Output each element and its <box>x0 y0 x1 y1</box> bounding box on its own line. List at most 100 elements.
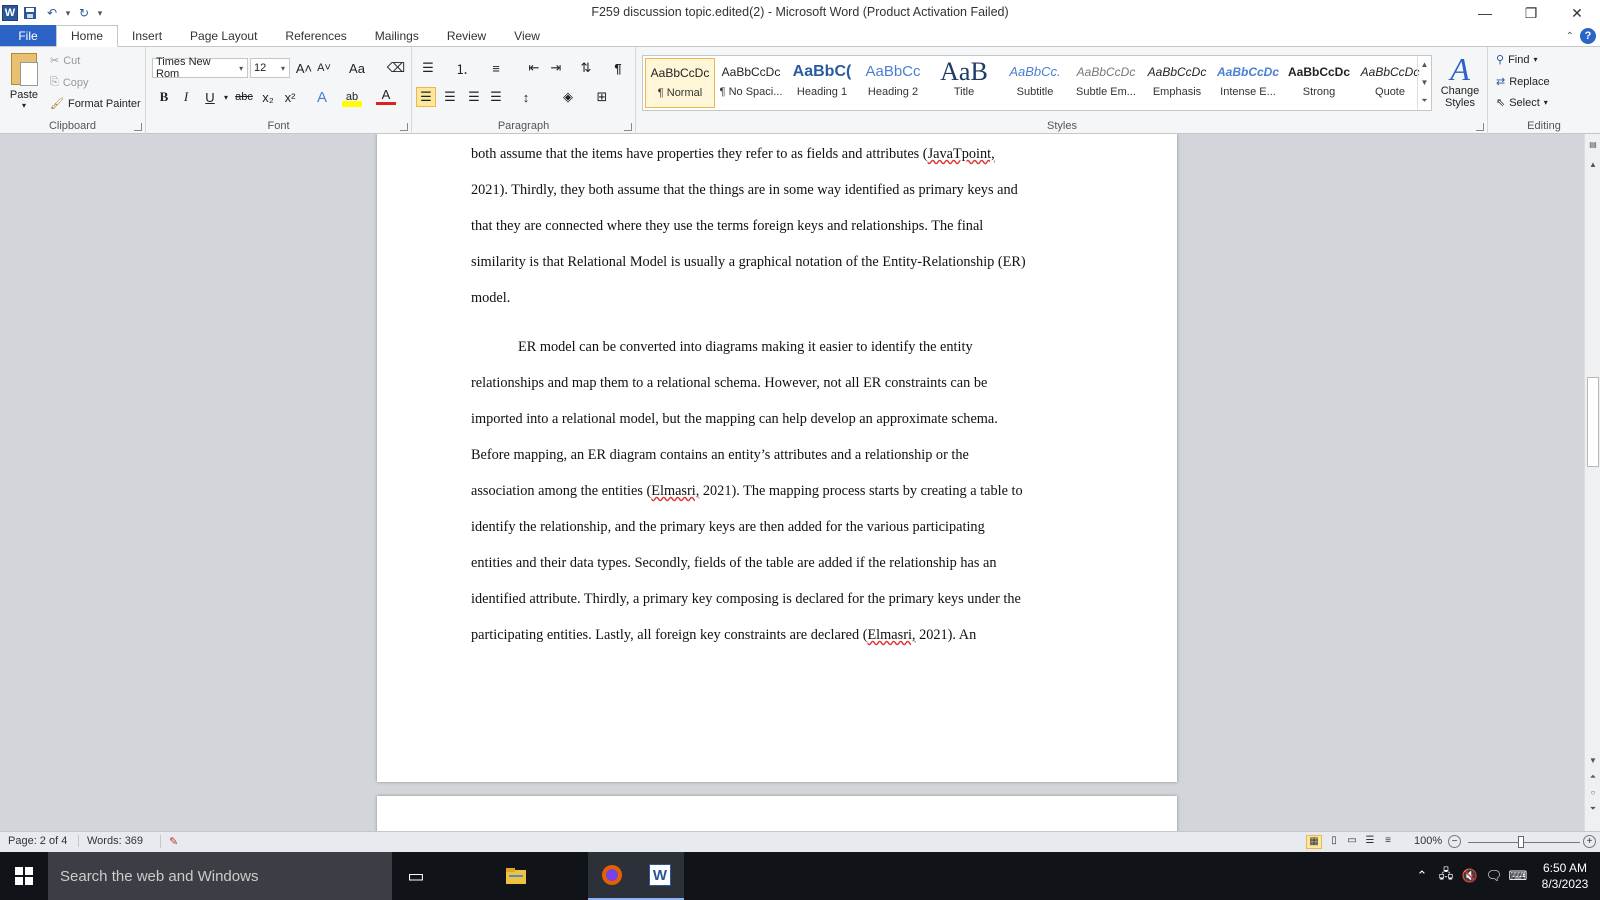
select-browse-object-icon[interactable]: ○ <box>1585 786 1600 800</box>
proofing-icon[interactable]: ✎ <box>160 835 178 848</box>
multilevel-list-icon[interactable]: ≡ <box>486 58 506 78</box>
taskbar-search[interactable]: Search the web and Windows <box>48 852 392 900</box>
previous-page-icon[interactable]: ⏶ <box>1585 770 1600 784</box>
zoom-in-icon[interactable]: + <box>1583 835 1596 848</box>
word-logo-icon[interactable]: W <box>2 5 18 21</box>
style-emphasis[interactable]: AaBbCcDc Emphasis <box>1142 58 1212 108</box>
align-left-icon[interactable]: ☰ <box>416 87 436 107</box>
file-explorer-icon[interactable] <box>492 852 540 900</box>
start-button[interactable] <box>0 852 48 900</box>
align-right-icon[interactable]: ☰ <box>464 87 484 107</box>
network-icon[interactable]: 🖧 <box>1434 865 1458 887</box>
italic-button[interactable]: I <box>176 87 196 107</box>
decrease-indent-icon[interactable]: ⇤ <box>524 58 544 78</box>
style-heading-2[interactable]: AaBbCc Heading 2 <box>858 58 928 108</box>
scroll-down-icon[interactable]: ▼ <box>1421 78 1429 87</box>
tab-view[interactable]: View <box>500 25 554 46</box>
clock[interactable]: 6:50 AM 8/3/2023 <box>1530 860 1600 892</box>
minimize-icon[interactable]: — <box>1462 0 1508 26</box>
styles-launcher-icon[interactable] <box>1476 123 1484 131</box>
copy-button[interactable]: ⎘ Copy <box>50 76 89 89</box>
find-button[interactable]: ⚲ Find ▾ <box>1496 53 1537 67</box>
format-painter-button[interactable]: 🖌 Format Painter <box>50 97 141 111</box>
font-name-select[interactable]: Times New Rom ▾ <box>152 56 248 80</box>
zoom-slider-thumb[interactable] <box>1518 836 1524 848</box>
zoom-out-icon[interactable]: − <box>1448 835 1461 848</box>
borders-icon[interactable]: ⊞ <box>592 87 612 107</box>
highlight-button[interactable]: ab <box>342 87 362 107</box>
close-icon[interactable]: ✕ <box>1554 0 1600 26</box>
word-count[interactable]: Words: 369 <box>78 835 143 847</box>
help-icon[interactable]: ? <box>1580 28 1596 44</box>
font-launcher-icon[interactable] <box>400 123 408 131</box>
page-count[interactable]: Page: 2 of 4 <box>8 835 67 847</box>
save-icon[interactable] <box>20 3 40 23</box>
more-styles-icon[interactable]: ⏷ <box>1421 96 1427 106</box>
tab-page-layout[interactable]: Page Layout <box>176 25 271 46</box>
clipboard-launcher-icon[interactable] <box>134 123 142 131</box>
tab-review[interactable]: Review <box>433 25 500 46</box>
clear-formatting-icon[interactable]: ⌫ <box>386 58 406 78</box>
justify-icon[interactable]: ☰ <box>486 87 506 107</box>
replace-button[interactable]: ⇄ Replace <box>1496 75 1550 89</box>
style-quote[interactable]: AaBbCcDc Quote <box>1355 58 1425 108</box>
style-subtle-emphasis[interactable]: AaBbCcDc Subtle Em... <box>1071 58 1141 108</box>
customize-qat-icon[interactable]: ▾ <box>96 8 104 19</box>
print-layout-icon[interactable]: ▦ <box>1306 835 1322 849</box>
document-page[interactable]: both assume that the items have properti… <box>377 134 1177 782</box>
style-no-spacing[interactable]: AaBbCcDc ¶ No Spaci... <box>716 58 786 108</box>
draft-icon[interactable]: ≡ <box>1380 835 1396 849</box>
scroll-thumb[interactable] <box>1587 377 1599 467</box>
cut-button[interactable]: ✂ Cut <box>50 54 80 68</box>
numbering-icon[interactable]: ⒈ <box>452 58 472 78</box>
bold-button[interactable]: B <box>154 87 174 107</box>
tab-file[interactable]: File <box>0 25 56 46</box>
keyboard-icon[interactable]: ⌨ <box>1506 868 1530 884</box>
show-hidden-icons-icon[interactable]: ⌃ <box>1410 868 1434 884</box>
tab-insert[interactable]: Insert <box>118 25 176 46</box>
increase-indent-icon[interactable]: ⇥ <box>546 58 566 78</box>
align-center-icon[interactable]: ☰ <box>440 87 460 107</box>
strikethrough-button[interactable]: abc <box>234 87 254 107</box>
style-heading-1[interactable]: AaBbC( Heading 1 <box>787 58 857 108</box>
scroll-down-icon[interactable]: ▼ <box>1585 754 1600 768</box>
show-formatting-button[interactable]: ¶ <box>608 58 628 78</box>
shading-icon[interactable]: ◈ <box>558 87 578 107</box>
zoom-level[interactable]: 100% <box>1414 835 1442 847</box>
sort-icon[interactable]: ⇅ <box>576 58 596 78</box>
word-taskbar-icon[interactable]: W <box>636 852 684 900</box>
style-strong[interactable]: AaBbCcDc Strong <box>1284 58 1354 108</box>
document-area[interactable]: both assume that the items have properti… <box>0 134 1584 831</box>
scroll-up-icon[interactable]: ▲ <box>1585 158 1600 172</box>
next-page-icon[interactable]: ⏷ <box>1585 802 1600 816</box>
ruler-toggle-icon[interactable]: ▤ <box>1585 138 1600 152</box>
style-normal[interactable]: AaBbCcDc ¶ Normal <box>645 58 715 108</box>
superscript-button[interactable]: x² <box>280 87 300 107</box>
shrink-font-button[interactable]: A˅ <box>314 58 334 78</box>
vertical-scrollbar[interactable]: ▤ ▲ ▼ ⏶ ○ ⏷ <box>1584 134 1600 831</box>
tab-references[interactable]: References <box>271 25 360 46</box>
subscript-button[interactable]: x₂ <box>258 87 278 107</box>
undo-dropdown-icon[interactable]: ▾ <box>64 8 72 19</box>
notifications-icon[interactable]: 🗨 <box>1482 868 1506 884</box>
zoom-slider[interactable] <box>1468 842 1580 843</box>
paragraph-launcher-icon[interactable] <box>624 123 632 131</box>
text-effects-button[interactable]: A <box>312 87 332 107</box>
redo-icon[interactable]: ↻ <box>74 3 94 23</box>
grow-font-button[interactable]: A˄ <box>294 58 314 78</box>
next-page[interactable] <box>377 796 1177 831</box>
paste-button[interactable]: Paste ▾ <box>6 53 42 110</box>
web-layout-icon[interactable]: ▭ <box>1344 835 1360 849</box>
font-size-select[interactable]: 12 ▾ <box>250 58 290 78</box>
style-subtitle[interactable]: AaBbCc. Subtitle <box>1000 58 1070 108</box>
volume-muted-icon[interactable]: 🔇 <box>1458 868 1482 884</box>
select-button[interactable]: ⇖ Select ▾ <box>1496 96 1548 110</box>
outline-icon[interactable]: ☰ <box>1362 835 1378 849</box>
full-screen-reading-icon[interactable]: ▯ <box>1326 835 1342 849</box>
bullets-icon[interactable]: ☰ <box>418 58 438 78</box>
restore-icon[interactable]: ❐ <box>1508 0 1554 26</box>
font-color-button[interactable]: A <box>376 87 396 105</box>
style-title[interactable]: AaB Title <box>929 58 999 108</box>
underline-dropdown-icon[interactable]: ▾ <box>216 87 236 107</box>
scroll-up-icon[interactable]: ▲ <box>1421 60 1429 69</box>
